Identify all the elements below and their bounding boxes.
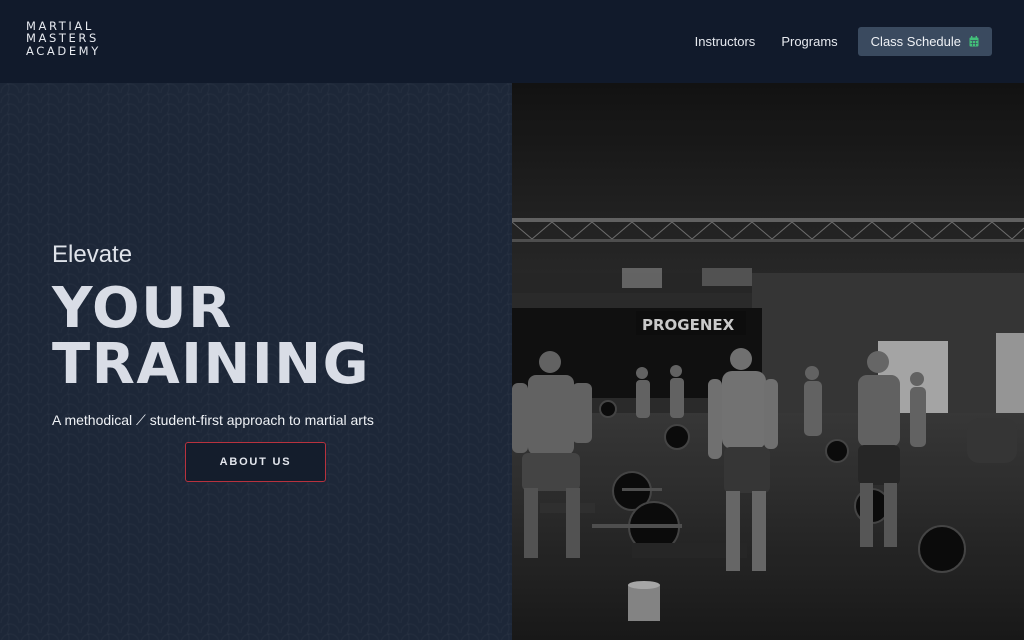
logo-line-3: ACADEMY [26,43,101,58]
hero-text-panel: Elevate YOUR TRAINING A methodical ⟋ stu… [0,83,512,640]
hero-tagline: A methodical ⟋ student-first approach to… [52,412,374,428]
landing-page: MARTIAL MASTERS ACADEMY Instructors Prog… [0,0,1024,640]
headline-line-2: TRAINING [52,332,371,397]
hero-eyebrow: Elevate [52,241,133,268]
gym-photo-illustration: PROGENEX [512,83,1024,640]
headline-line-1: YOUR [52,276,233,341]
calendar-icon [969,36,979,47]
class-schedule-label: Class Schedule [870,34,961,49]
hero-headline: YOUR TRAINING [52,281,370,393]
class-schedule-button[interactable]: Class Schedule [857,27,992,56]
about-us-button[interactable]: ABOUT US [185,442,326,482]
gym-photo: PROGENEX [512,83,1024,640]
logo-line-2: MASTERS [26,31,99,46]
nav-instructors-link[interactable]: Instructors [695,34,756,49]
academy-logo[interactable]: MARTIAL MASTERS ACADEMY [26,20,101,58]
nav-programs-link[interactable]: Programs [781,34,837,49]
top-navbar: MARTIAL MASTERS ACADEMY Instructors Prog… [0,0,1024,83]
main-nav: Instructors Programs Class Schedule [669,27,992,56]
